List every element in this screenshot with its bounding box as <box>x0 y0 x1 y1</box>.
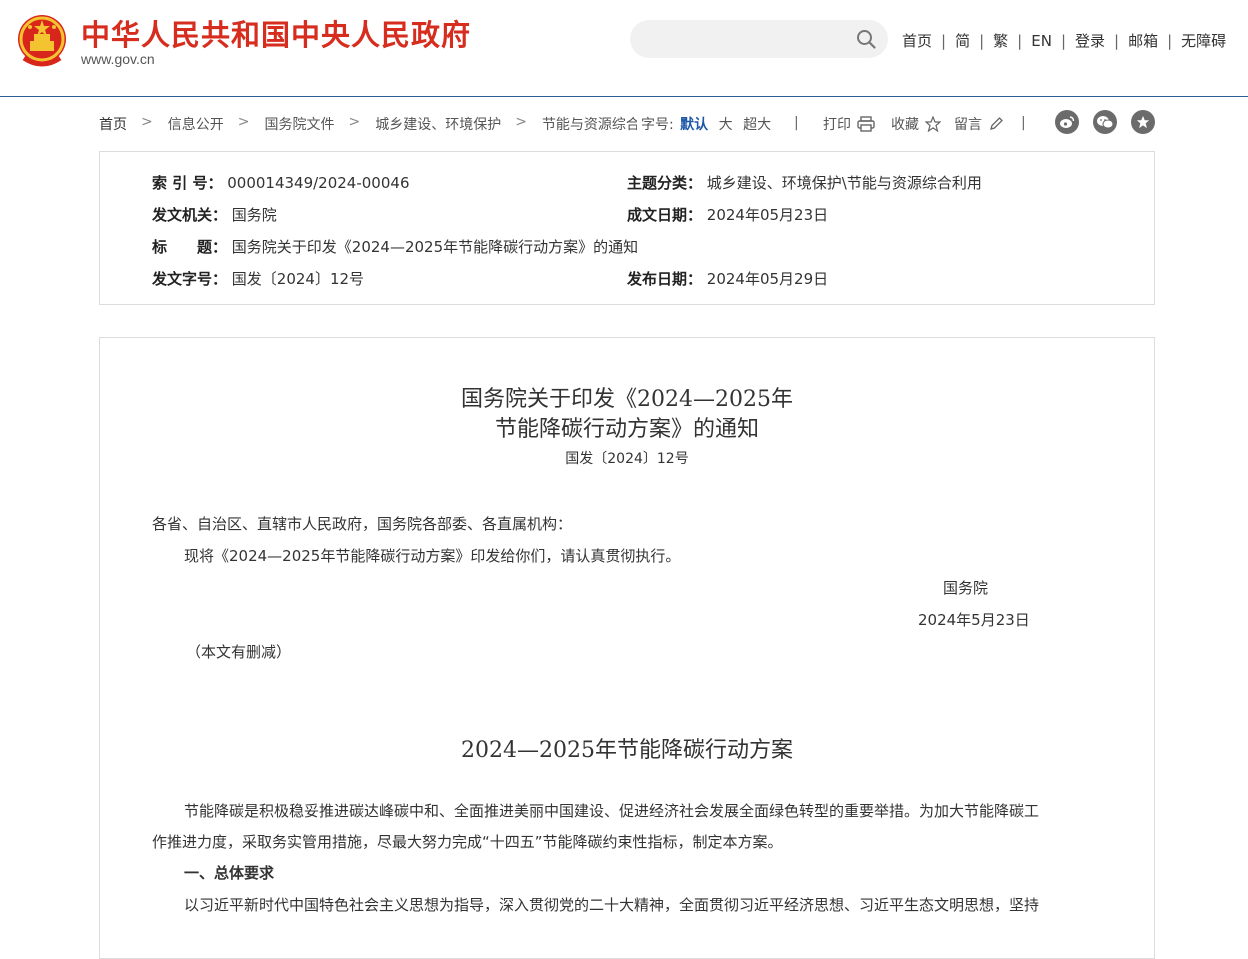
article-signature: 国务院 <box>943 579 989 597</box>
nav-separator: | <box>1167 31 1173 50</box>
pencil-icon <box>990 117 1003 130</box>
nav-separator: | <box>979 31 985 50</box>
meta-value: 城乡建设、环境保护\节能与资源综合利用 <box>706 174 982 192</box>
meta-label: 发文字号： <box>152 270 228 288</box>
nav-separator: | <box>1114 31 1120 50</box>
star-icon[interactable] <box>1131 110 1155 134</box>
article-paragraph: 作推进力度，采取务实管用措施，尽最大努力完成“十四五”节能降碳约束性指标，制定本… <box>152 833 783 851</box>
article-paragraph: 节能降碳是积极稳妥推进碳达峰碳中和、全面推进美丽中国建设、促进经济社会发展全面绿… <box>184 802 1040 820</box>
font-size-default[interactable]: 默认 <box>680 117 708 133</box>
section-heading: 一、总体要求 <box>184 864 275 882</box>
meta-value: 000014349/2024-00046 <box>227 174 410 192</box>
site-title[interactable]: 中华人民共和国中央人民政府 <box>81 12 471 54</box>
article-doc-no: 国发〔2024〕12号 <box>565 451 689 467</box>
nav-mailbox[interactable]: 邮箱 <box>1128 30 1158 51</box>
document-metadata: 索 引 号： 000014349/2024-00046 主题分类： 城乡建设、环… <box>99 151 1155 305</box>
meta-value: 2024年05月23日 <box>706 206 829 224</box>
favorite-label: 收藏 <box>891 117 919 133</box>
nav-traditional[interactable]: 繁 <box>993 30 1008 51</box>
toolbar-divider: | <box>794 115 799 131</box>
meta-doc-no: 发文字号： 国发〔2024〕12号 <box>152 268 364 289</box>
top-nav: 首页 | 简 | 繁 | EN | 登录 | 邮箱 | 无障碍 <box>902 30 1226 51</box>
search-input[interactable] <box>630 20 888 58</box>
meta-index-no: 索 引 号： 000014349/2024-00046 <box>152 172 409 193</box>
weibo-icon[interactable] <box>1055 110 1079 134</box>
meta-value: 国发〔2024〕12号 <box>231 270 365 288</box>
nav-english[interactable]: EN <box>1031 32 1052 50</box>
meta-category: 主题分类： 城乡建设、环境保护\节能与资源综合利用 <box>627 172 982 193</box>
meta-value: 国务院关于印发《2024—2025年节能降碳行动方案》的通知 <box>231 238 639 256</box>
site-header: 中华人民共和国中央人民政府 www.gov.cn 首页 | 简 | 繁 | EN… <box>0 0 1248 97</box>
breadcrumb-separator: > <box>515 114 527 130</box>
breadcrumb: 首页 > 信息公开 > 国务院文件 > 城乡建设、环境保护 > 节能与资源综合利… <box>99 114 668 134</box>
breadcrumb-toolbar: 首页 > 信息公开 > 国务院文件 > 城乡建设、环境保护 > 节能与资源综合利… <box>99 110 1159 134</box>
print-label: 打印 <box>823 117 851 133</box>
meta-publish-date: 发布日期： 2024年05月29日 <box>627 268 828 289</box>
nav-login[interactable]: 登录 <box>1075 30 1105 51</box>
meta-label: 标 题： <box>152 238 228 256</box>
article-date: 2024年5月23日 <box>918 611 1030 629</box>
print-button[interactable]: 打印 <box>823 114 875 134</box>
nav-simplified[interactable]: 简 <box>955 30 970 51</box>
breadcrumb-home[interactable]: 首页 <box>99 114 127 134</box>
article-addressee: 各省、自治区、直辖市人民政府，国务院各部委、各直属机构： <box>152 515 573 533</box>
meta-label: 发布日期： <box>627 270 703 288</box>
search-icon[interactable] <box>856 29 876 49</box>
meta-written-date: 成文日期： 2024年05月23日 <box>627 204 828 225</box>
meta-label: 索 引 号： <box>152 174 223 192</box>
meta-label: 主题分类： <box>627 174 703 192</box>
star-outline-icon <box>925 116 941 132</box>
font-size-large[interactable]: 大 <box>719 117 733 133</box>
article-body: 国务院关于印发《2024—2025年 节能降碳行动方案》的通知 国发〔2024〕… <box>99 337 1155 959</box>
article-note: （本文有删减） <box>186 643 292 661</box>
breadcrumb-separator: > <box>348 114 361 130</box>
meta-value: 国务院 <box>231 206 277 224</box>
comment-label: 留言 <box>954 117 982 133</box>
favorite-button[interactable]: 收藏 <box>891 114 941 134</box>
nav-home[interactable]: 首页 <box>902 30 932 51</box>
nav-separator: | <box>941 31 947 50</box>
meta-label: 发文机关： <box>152 206 228 224</box>
nav-accessibility[interactable]: 无障碍 <box>1181 30 1226 51</box>
breadcrumb-separator: > <box>237 114 250 130</box>
article-paragraph: 现将《2024—2025年节能降碳行动方案》印发给你们，请认真贯彻执行。 <box>184 547 681 565</box>
article-title-line-2: 节能降碳行动方案》的通知 <box>494 417 759 442</box>
nav-separator: | <box>1017 31 1023 50</box>
site-domain: www.gov.cn <box>81 51 155 67</box>
plan-title: 2024—2025年节能降碳行动方案 <box>461 738 793 763</box>
meta-value: 2024年05月29日 <box>706 270 829 288</box>
font-size-label: 字号: <box>641 117 674 133</box>
font-size-selector: 字号: 默认 大 超大 <box>637 114 778 134</box>
breadcrumb-urban-environment[interactable]: 城乡建设、环境保护 <box>375 114 501 134</box>
toolbar-divider: | <box>1021 115 1026 131</box>
breadcrumb-state-council-docs[interactable]: 国务院文件 <box>264 114 334 134</box>
national-emblem-icon[interactable] <box>16 14 68 68</box>
meta-label: 成文日期： <box>627 206 703 224</box>
wechat-icon[interactable] <box>1093 110 1117 134</box>
breadcrumb-info-disclosure[interactable]: 信息公开 <box>168 114 224 134</box>
article-title-line-1: 国务院关于印发《2024—2025年 <box>461 387 793 412</box>
font-size-xlarge[interactable]: 超大 <box>743 117 771 133</box>
breadcrumb-separator: > <box>141 114 153 130</box>
printer-icon <box>857 116 875 132</box>
meta-issuer: 发文机关： 国务院 <box>152 204 277 225</box>
meta-title: 标 题： 国务院关于印发《2024—2025年节能降碳行动方案》的通知 <box>152 236 638 257</box>
nav-separator: | <box>1060 31 1066 50</box>
article-paragraph: 以习近平新时代中国特色社会主义思想为指导，深入贯彻党的二十大精神，全面贯彻习近平… <box>184 896 1040 914</box>
comment-button[interactable]: 留言 <box>954 114 1004 134</box>
